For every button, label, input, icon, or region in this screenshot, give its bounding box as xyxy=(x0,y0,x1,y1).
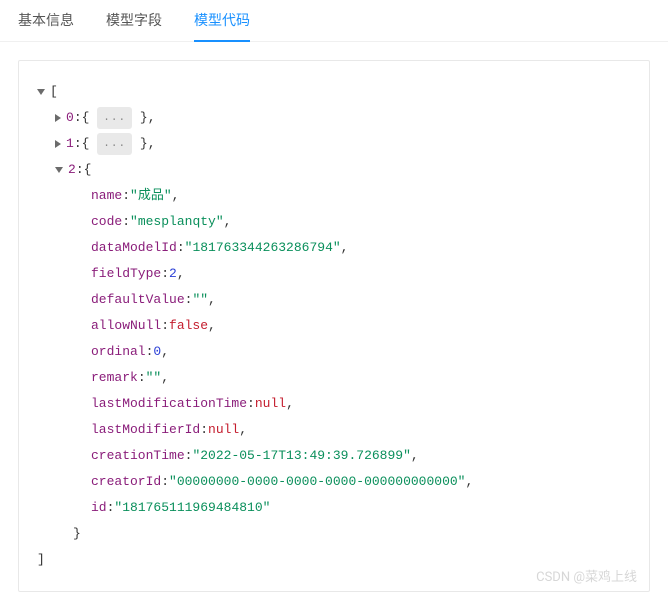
colon: : xyxy=(200,417,208,443)
property-value: "" xyxy=(146,365,162,391)
caret-down-icon[interactable] xyxy=(55,167,63,173)
comma: , xyxy=(341,235,349,261)
property-key: ordinal xyxy=(91,339,146,365)
comma: , xyxy=(161,339,169,365)
colon: : xyxy=(107,495,115,521)
property-key: code xyxy=(91,209,122,235)
brace-close: } xyxy=(140,105,148,131)
colon: : xyxy=(247,391,255,417)
property-value: "2022-05-17T13:49:39.726899" xyxy=(192,443,410,469)
comma: , xyxy=(172,183,180,209)
colon: : xyxy=(185,443,193,469)
comma: , xyxy=(208,287,216,313)
tab-model-fields[interactable]: 模型字段 xyxy=(106,0,162,41)
property-row: creatorId: "00000000-0000-0000-0000-0000… xyxy=(37,469,631,495)
array-open-row: [ xyxy=(37,79,631,105)
code-panel: [ 0: { ... }, 1: { ... }, 2: { name: "成品… xyxy=(18,60,650,592)
comma: , xyxy=(239,417,247,443)
tab-model-code[interactable]: 模型代码 xyxy=(194,0,250,42)
colon: : xyxy=(74,105,82,131)
property-row: fieldType: 2, xyxy=(37,261,631,287)
bracket-close: ] xyxy=(37,547,45,573)
property-value: null xyxy=(255,391,286,417)
caret-down-icon[interactable] xyxy=(37,89,45,95)
property-key: creatorId xyxy=(91,469,161,495)
brace-open: { xyxy=(82,131,90,157)
property-row: id: "181765111969484810" xyxy=(37,495,631,521)
property-row: lastModificationTime: null, xyxy=(37,391,631,417)
colon: : xyxy=(161,313,169,339)
comma: , xyxy=(148,131,156,157)
property-row: remark: "", xyxy=(37,365,631,391)
colon: : xyxy=(161,261,169,287)
item-0-row: 0: { ... }, xyxy=(37,105,631,131)
caret-right-icon[interactable] xyxy=(55,140,61,148)
property-key: remark xyxy=(91,365,138,391)
colon: : xyxy=(122,209,130,235)
caret-right-icon[interactable] xyxy=(55,114,61,122)
property-row: ordinal: 0, xyxy=(37,339,631,365)
property-value: "" xyxy=(192,287,208,313)
colon: : xyxy=(74,131,82,157)
bracket-open: [ xyxy=(50,79,58,105)
colon: : xyxy=(177,235,185,261)
ellipsis-button[interactable]: ... xyxy=(97,133,132,155)
colon: : xyxy=(138,365,146,391)
property-value: null xyxy=(208,417,239,443)
property-key: name xyxy=(91,183,122,209)
property-value: "mesplanqty" xyxy=(130,209,224,235)
object-properties: name: "成品",code: "mesplanqty",dataModelI… xyxy=(37,183,631,521)
brace-open: { xyxy=(82,105,90,131)
tab-bar: 基本信息 模型字段 模型代码 xyxy=(0,0,668,42)
property-row: creationTime: "2022-05-17T13:49:39.72689… xyxy=(37,443,631,469)
comma: , xyxy=(286,391,294,417)
colon: : xyxy=(185,287,193,313)
property-value: "181765111969484810" xyxy=(114,495,270,521)
property-key: creationTime xyxy=(91,443,185,469)
property-key: lastModificationTime xyxy=(91,391,247,417)
comma: , xyxy=(224,209,232,235)
colon: : xyxy=(161,469,169,495)
property-value: 2 xyxy=(169,261,177,287)
property-key: defaultValue xyxy=(91,287,185,313)
comma: , xyxy=(208,313,216,339)
colon: : xyxy=(76,157,84,183)
comma: , xyxy=(465,469,473,495)
item-2-row: 2: { xyxy=(37,157,631,183)
property-key: dataModelId xyxy=(91,235,177,261)
item-index: 2 xyxy=(68,157,76,183)
brace-open: { xyxy=(84,157,92,183)
property-key: lastModifierId xyxy=(91,417,200,443)
item-index: 1 xyxy=(66,131,74,157)
property-value: 0 xyxy=(153,339,161,365)
property-row: name: "成品", xyxy=(37,183,631,209)
property-row: defaultValue: "", xyxy=(37,287,631,313)
colon: : xyxy=(122,183,130,209)
property-key: fieldType xyxy=(91,261,161,287)
ellipsis-button[interactable]: ... xyxy=(97,107,132,129)
property-value: false xyxy=(169,313,208,339)
comma: , xyxy=(177,261,185,287)
array-close-row: ] xyxy=(37,547,631,573)
property-key: allowNull xyxy=(91,313,161,339)
property-value: "00000000-0000-0000-0000-000000000000" xyxy=(169,469,465,495)
item-index: 0 xyxy=(66,105,74,131)
colon: : xyxy=(146,339,154,365)
json-tree: [ 0: { ... }, 1: { ... }, 2: { name: "成品… xyxy=(37,79,631,573)
property-value: "181763344263286794" xyxy=(185,235,341,261)
comma: , xyxy=(411,443,419,469)
comma: , xyxy=(161,365,169,391)
property-row: lastModifierId: null, xyxy=(37,417,631,443)
item-1-row: 1: { ... }, xyxy=(37,131,631,157)
comma: , xyxy=(148,105,156,131)
tab-basic-info[interactable]: 基本信息 xyxy=(18,0,74,41)
property-key: id xyxy=(91,495,107,521)
property-row: allowNull: false, xyxy=(37,313,631,339)
property-row: code: "mesplanqty", xyxy=(37,209,631,235)
brace-close: } xyxy=(140,131,148,157)
property-value: "成品" xyxy=(130,183,172,209)
property-row: dataModelId: "181763344263286794", xyxy=(37,235,631,261)
